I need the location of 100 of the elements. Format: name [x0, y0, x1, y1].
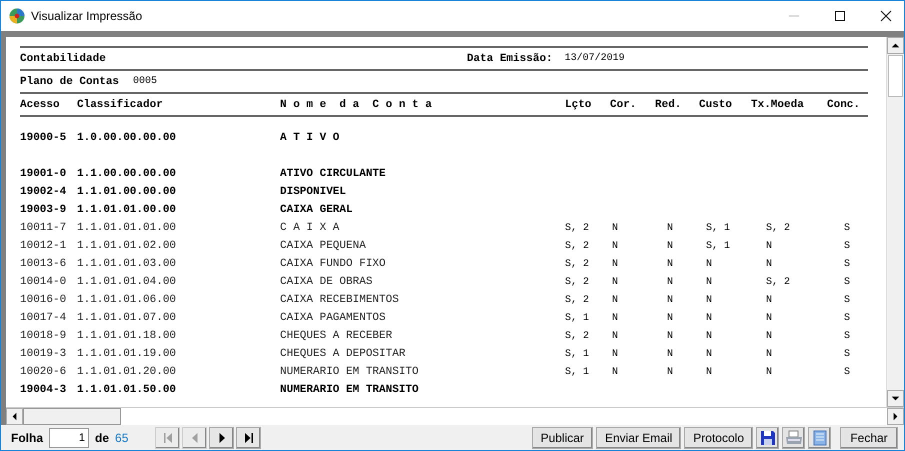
- column-header: Tx.Moeda: [751, 98, 805, 110]
- plan-value: 0005: [133, 76, 158, 87]
- table-cell-text: N: [765, 330, 774, 342]
- table-cell-text: S, 1: [565, 348, 590, 360]
- first-arrow-icon: [162, 432, 174, 444]
- action-button[interactable]: Enviar Email: [596, 426, 682, 448]
- page-label: Folha: [11, 430, 43, 444]
- account-code: 10014-0: [20, 276, 68, 288]
- account-name: CAIXA FUNDO FIXO: [280, 258, 387, 270]
- table-cell-text: S, 1: [565, 366, 590, 378]
- table-cell-text: S, 2: [565, 276, 590, 288]
- account-code: 19004-3: [20, 384, 68, 396]
- table-cell-text: N: [765, 258, 774, 270]
- maximize-icon[interactable]: [834, 10, 846, 22]
- column-header: Acesso: [20, 98, 61, 110]
- table-cell-text: N: [765, 294, 774, 306]
- scrollbar-thumb[interactable]: [23, 408, 121, 425]
- table-cell-text: N: [611, 222, 620, 234]
- document-button[interactable]: [808, 426, 831, 448]
- close-icon[interactable]: [880, 10, 892, 22]
- account-name: ATIVO CIRCULANTE: [280, 168, 387, 180]
- column-header: Red.: [655, 98, 682, 110]
- table-cell-text: S, 1: [705, 240, 732, 252]
- scrollbar-thumb[interactable]: [888, 55, 903, 97]
- save-button[interactable]: [756, 426, 779, 448]
- table-cell-text: S, 2: [565, 294, 590, 306]
- account-code: 10019-3: [20, 348, 68, 360]
- table-cell-text: S: [843, 366, 852, 378]
- action-button[interactable]: Fechar: [840, 426, 898, 448]
- classifier-code: 1.1.01.01.06.00: [77, 294, 178, 306]
- classifier-code: 1.1.01.01.19.00: [77, 348, 178, 360]
- account-code: 19001-0: [20, 168, 68, 180]
- classifier-code: 1.1.01.01.01.00: [77, 222, 178, 234]
- account-name: CAIXA RECEBIMENTOS: [280, 294, 400, 306]
- account-name: CHEQUES A RECEBER: [280, 330, 394, 342]
- last-arrow-icon: [242, 432, 255, 444]
- table-cell-text: S, 2: [565, 258, 590, 270]
- account-code: 10011-7: [20, 222, 68, 234]
- scroll-left-icon[interactable]: [6, 408, 23, 425]
- table-cell-text: S: [843, 276, 852, 288]
- account-code: 19000-5: [20, 132, 68, 144]
- last-page-button[interactable]: [236, 426, 262, 448]
- table-cell-text: N: [666, 258, 674, 270]
- table-cell-text: N: [666, 330, 674, 342]
- table-cell-text: S, 2: [565, 240, 590, 252]
- table-cell-text: S: [843, 240, 852, 252]
- table-cell-text: N: [666, 366, 674, 378]
- classifier-code: 1.1.01.01.02.00: [77, 240, 178, 252]
- table-cell-text: N: [611, 276, 620, 288]
- company-name: Contabilidade: [20, 52, 106, 64]
- action-button[interactable]: Protocolo: [684, 426, 753, 448]
- account-name: CAIXA GERAL: [280, 204, 354, 216]
- table-cell-text: N: [666, 222, 674, 234]
- table-cell-text: N: [705, 366, 714, 378]
- account-code: 19002-4: [20, 186, 68, 198]
- account-name: CAIXA PEQUENA: [280, 240, 367, 252]
- column-header: N o m e d a C o n t a: [280, 98, 433, 110]
- table-cell-text: N: [611, 312, 620, 324]
- table-cell-text: N: [765, 366, 774, 378]
- table-cell-text: N: [765, 312, 774, 324]
- action-button[interactable]: Publicar: [532, 426, 593, 448]
- table-cell-text: N: [611, 294, 620, 306]
- date-value: 13/07/2019: [564, 53, 625, 64]
- plan-label: Plano de Contas: [20, 76, 120, 88]
- classifier-code: 1.0.00.00.00.00: [77, 132, 178, 144]
- table-cell-text: N: [666, 240, 674, 252]
- table-cell-text: S, 1: [565, 312, 590, 324]
- table-cell-text: S: [843, 258, 852, 270]
- account-name: DISPONIVEL: [280, 186, 348, 198]
- page-number-field[interactable]: 1: [49, 428, 89, 448]
- account-name: C A I X A: [280, 222, 340, 234]
- account-name: NUMERARIO EM TRANSITO: [280, 366, 420, 378]
- column-header: Custo: [699, 98, 734, 110]
- table-cell-text: N: [765, 240, 774, 252]
- account-name: A T I V O: [280, 132, 340, 144]
- table-cell-text: S: [843, 312, 852, 324]
- table-cell-text: S, 2: [565, 330, 590, 342]
- account-code: 10016-0: [20, 294, 68, 306]
- column-header: Classificador: [77, 98, 164, 110]
- scroll-down-icon[interactable]: [887, 390, 904, 407]
- account-name: CAIXA DE OBRAS: [280, 276, 374, 288]
- scroll-up-icon[interactable]: [887, 37, 904, 54]
- next-page-button[interactable]: [209, 426, 234, 448]
- table-cell-text: N: [666, 312, 674, 324]
- table-cell-text: N: [705, 312, 714, 324]
- account-code: 10012-1: [20, 240, 68, 252]
- table-cell-text: N: [765, 348, 774, 360]
- classifier-code: 1.1.01.01.20.00: [77, 366, 178, 378]
- of-label: de: [95, 430, 110, 444]
- classifier-code: 1.1.01.01.00.00: [77, 204, 178, 216]
- table-cell-text: S: [843, 222, 852, 234]
- table-cell-text: S: [843, 348, 852, 360]
- table-cell-text: N: [705, 276, 714, 288]
- classifier-code: 1.1.01.01.50.00: [77, 384, 178, 396]
- account-code: 10017-4: [20, 312, 68, 324]
- account-name: NUMERARIO EM TRANSITO: [280, 384, 420, 396]
- account-code: 10013-6: [20, 258, 68, 270]
- table-cell-text: N: [611, 348, 620, 360]
- account-code: 10018-9: [20, 330, 68, 342]
- scroll-right-icon[interactable]: [887, 408, 904, 425]
